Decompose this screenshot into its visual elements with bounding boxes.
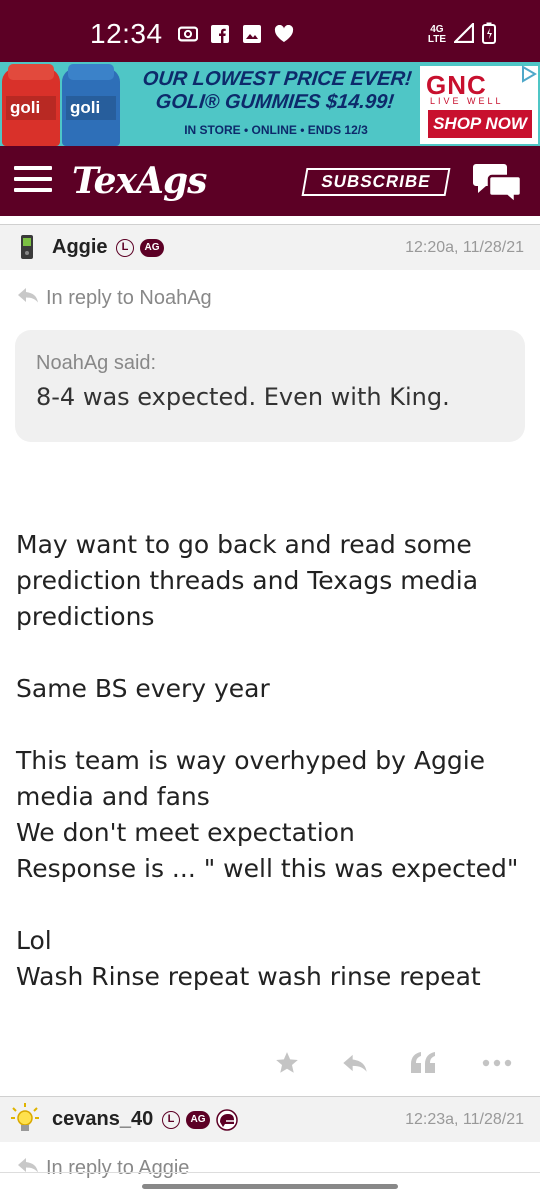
post-timestamp: 12:20a, 11/28/21 <box>405 239 524 256</box>
status-bar: 12:34 4G LTE <box>0 0 540 62</box>
heart-icon <box>274 24 294 44</box>
star-icon[interactable] <box>270 1046 304 1080</box>
ad-bottle-red: goli <box>2 64 60 146</box>
post-timestamp: 12:23a, 11/28/21 <box>405 1111 524 1128</box>
post-line: Response is ... " well this was expected… <box>16 854 519 883</box>
ad-bottle-label: goli <box>6 96 56 120</box>
post-paragraph: May want to go back and read some predic… <box>16 530 479 631</box>
lifetime-badge: L <box>162 1111 180 1129</box>
network-label: 4G LTE <box>427 24 446 45</box>
reply-to-link[interactable]: In reply to Aggie <box>16 1156 189 1180</box>
signal-icon <box>452 21 475 47</box>
reply-arrow-icon <box>16 286 40 310</box>
app-header: TexAgs SUBSCRIBE <box>0 146 540 216</box>
post-line: Wash Rinse repeat wash rinse repeat <box>16 962 481 991</box>
reply-to-text: In reply to NoahAg <box>46 286 212 309</box>
home-indicator[interactable] <box>142 1184 398 1189</box>
quote-icon[interactable] <box>406 1046 440 1080</box>
chat-icon[interactable] <box>472 160 524 206</box>
battery-icon <box>482 22 496 48</box>
lightbulb-icon <box>10 1102 40 1136</box>
quote-text: 8-4 was expected. Even with King. <box>36 383 450 411</box>
status-right: 4G LTE <box>427 21 496 48</box>
reply-icon[interactable] <box>338 1046 372 1080</box>
post-paragraph: Same BS every year <box>16 674 270 703</box>
ad-bottle-blue: goli <box>62 64 120 146</box>
ad-headline-line-1: OUR LOWEST PRICE EVER! <box>141 68 413 90</box>
subscribe-button[interactable]: SUBSCRIBE <box>301 168 451 196</box>
reply-to-link[interactable]: In reply to NoahAg <box>16 286 212 310</box>
ag-badge: AG <box>140 239 164 257</box>
quote-author: NoahAg said: <box>36 352 157 374</box>
status-icons <box>178 24 294 44</box>
helmet-icon <box>216 1109 238 1131</box>
more-options-icon[interactable] <box>480 1046 514 1080</box>
post-line: This team is way overhyped by Aggie medi… <box>16 746 486 811</box>
reply-arrow-icon <box>16 1156 40 1180</box>
bottom-divider <box>0 1172 540 1173</box>
image-icon <box>242 24 262 44</box>
ad-shop-now-button[interactable]: SHOP NOW <box>428 110 532 138</box>
post-header: Aggie L AG 12:20a, 11/28/21 <box>0 224 540 270</box>
post-actions <box>0 1046 540 1080</box>
post-username[interactable]: cevans_40 <box>52 1108 153 1131</box>
reply-to-text: In reply to Aggie <box>46 1156 190 1179</box>
ad-banner[interactable]: goli goli OUR LOWEST PRICE EVER! GOLI® G… <box>0 62 540 146</box>
quoted-post: NoahAg said: 8-4 was expected. Even with… <box>15 330 525 442</box>
ad-headline: OUR LOWEST PRICE EVER! GOLI® GUMMIES $14… <box>134 68 419 114</box>
ad-choices-icon[interactable] <box>518 64 538 84</box>
menu-icon[interactable] <box>14 166 52 196</box>
camera-icon <box>178 24 198 44</box>
ad-subline: IN STORE • ONLINE • ENDS 12/3 <box>184 123 368 137</box>
ag-badge: AG <box>186 1111 210 1129</box>
lifetime-badge: L <box>116 239 134 257</box>
ad-headline-line-2: GOLI® GUMMIES $14.99! <box>154 91 396 113</box>
post-header: cevans_40 L AG 12:23a, 11/28/21 <box>0 1096 540 1142</box>
post-line: We don't meet expectation <box>16 818 355 847</box>
texags-logo[interactable]: TexAgs <box>72 160 207 202</box>
post-paragraph: Lol Wash Rinse repeat wash rinse repeat <box>16 923 526 995</box>
post-username[interactable]: Aggie <box>52 236 108 259</box>
status-time: 12:34 <box>90 18 163 49</box>
ad-brand-tagline: LIVE WELL <box>430 96 504 106</box>
facebook-icon <box>210 24 230 44</box>
ad-bottle-label: goli <box>66 96 116 120</box>
post-body: May want to go back and read some predic… <box>16 527 526 995</box>
post-paragraph: This team is way overhyped by Aggie medi… <box>16 743 526 887</box>
phone-icon <box>16 233 38 261</box>
post-line: Lol <box>16 926 52 955</box>
